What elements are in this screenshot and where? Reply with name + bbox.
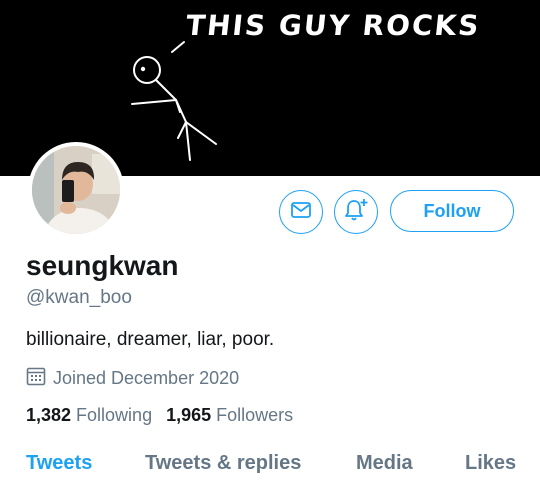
bell-plus-icon — [343, 197, 369, 228]
tab-likes[interactable]: Likes — [465, 452, 516, 475]
mail-icon — [290, 199, 312, 226]
joined-text: Joined December 2020 — [53, 368, 240, 388]
follow-button[interactable]: Follow — [390, 190, 514, 232]
user-handle: @kwan_boo — [26, 287, 132, 308]
followers-link[interactable]: 1,965 Followers — [166, 405, 293, 426]
joined-date: Joined December 2020 — [26, 366, 239, 391]
display-name: seungkwan — [26, 250, 179, 281]
tab-tweets-replies[interactable]: Tweets & replies — [145, 452, 301, 475]
tab-tweets[interactable]: Tweets — [26, 452, 92, 475]
avatar[interactable] — [28, 142, 124, 238]
following-link[interactable]: 1,382 Following — [26, 405, 152, 426]
followers-label: Followers — [216, 405, 294, 425]
follow-stats: 1,382 Following 1,965 Followers — [26, 405, 293, 426]
calendar-icon — [26, 366, 46, 391]
tab-media[interactable]: Media — [356, 452, 413, 475]
avatar-photo — [32, 146, 120, 234]
message-button[interactable] — [279, 190, 323, 234]
following-label: Following — [76, 405, 153, 425]
bio-text: billionaire, dreamer, liar, poor. — [26, 329, 275, 350]
profile-tabs: Tweets Tweets & replies Media Likes — [0, 452, 540, 492]
following-count: 1,382 — [26, 405, 72, 425]
notifications-button[interactable] — [334, 190, 378, 234]
followers-count: 1,965 — [166, 405, 212, 425]
